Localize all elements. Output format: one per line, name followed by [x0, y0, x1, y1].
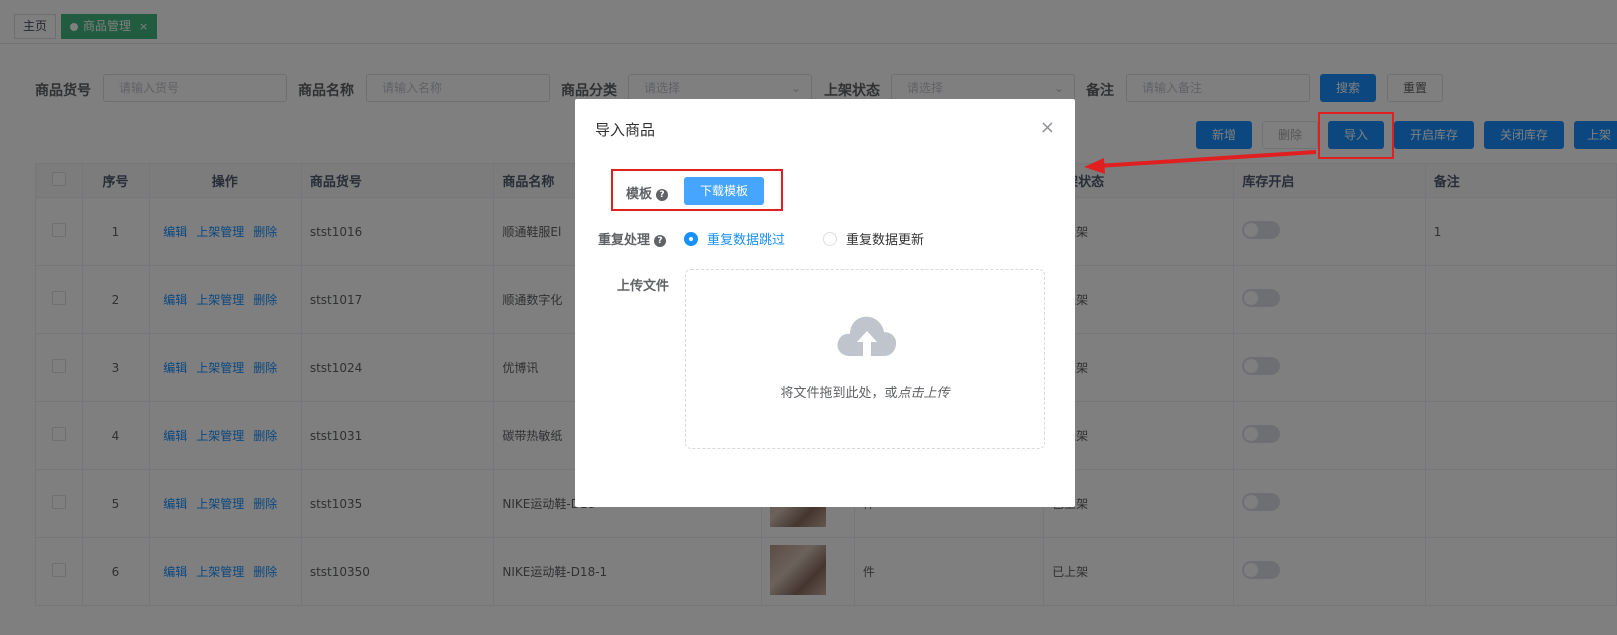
- annotation-arrow-head: [1084, 158, 1105, 174]
- radio-skip-circle: [684, 232, 698, 246]
- cloud-upload-icon: [837, 316, 897, 358]
- radio-skip-label: 重复数据跳过: [707, 233, 786, 248]
- radio-skip-duplicates[interactable]: 重复数据跳过: [684, 229, 785, 248]
- dropzone-hint: 将文件拖到此处，或: [780, 386, 898, 401]
- annotation-box-import: [1318, 112, 1394, 159]
- dialog-title: 导入商品: [595, 121, 656, 139]
- duplicate-label: 重复处理?: [598, 229, 667, 248]
- annotation-box-template: [611, 169, 783, 211]
- annotation-arrow: [1084, 150, 1317, 174]
- annotation-arrow-line: [1097, 150, 1317, 168]
- import-dialog: 导入商品 × 模板? 下载模板 重复处理? 重复数据跳过 重复数据更新 上传文件…: [575, 99, 1075, 507]
- help-icon[interactable]: ?: [654, 235, 667, 247]
- dropzone-text: 将文件拖到此处，或点击上传: [686, 382, 1044, 401]
- upload-label: 上传文件: [617, 279, 670, 294]
- close-icon[interactable]: ×: [1040, 117, 1055, 138]
- radio-update-circle: [823, 232, 837, 246]
- duplicate-label-text: 重复处理: [598, 233, 651, 248]
- upload-dropzone[interactable]: 将文件拖到此处，或点击上传: [685, 269, 1045, 449]
- radio-update-label: 重复数据更新: [846, 233, 925, 248]
- click-upload-link[interactable]: 点击上传: [898, 386, 950, 401]
- radio-update-duplicates[interactable]: 重复数据更新: [823, 229, 924, 248]
